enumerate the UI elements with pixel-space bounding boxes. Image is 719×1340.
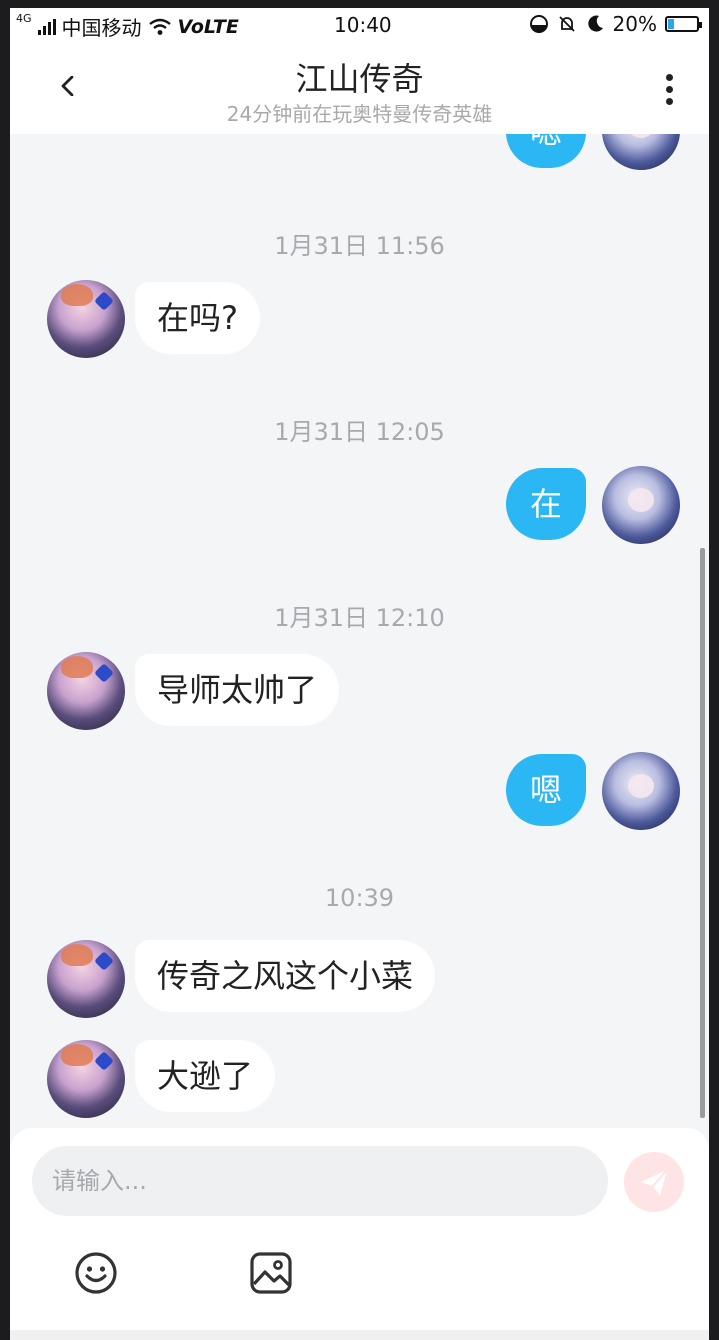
battery-icon <box>665 16 702 32</box>
my-avatar[interactable] <box>602 466 680 544</box>
moon-icon <box>587 15 603 32</box>
message-bubble-incoming[interactable]: 大逊了 <box>135 1040 276 1112</box>
volte-label: VoLTE <box>177 15 239 38</box>
status-bar: 4G 中国移动 VoLTE 10:40 20% <box>10 8 709 40</box>
send-icon <box>641 1169 668 1196</box>
bell-muted-icon <box>558 16 575 32</box>
message-timestamp: 10:39 <box>324 884 395 912</box>
contact-avatar[interactable] <box>47 280 125 358</box>
contact-avatar[interactable] <box>47 652 125 730</box>
message-bubble-incoming[interactable]: 导师太帅了 <box>135 654 340 726</box>
status-time: 10:40 <box>334 13 392 37</box>
scrollbar[interactable] <box>700 548 705 1118</box>
signal-icon <box>37 18 56 35</box>
network-type: 4G <box>16 12 32 25</box>
my-avatar[interactable] <box>602 752 680 830</box>
message-list[interactable]: 嗯 1月31日 11:56 在吗? 1月31日 12:05 在 1月31日 12… <box>10 134 709 1128</box>
message-bubble-outgoing[interactable]: 嗯 <box>506 754 586 826</box>
message-bubble-incoming[interactable]: 在吗? <box>135 282 260 354</box>
page-title: 江山传奇 <box>295 60 424 98</box>
chat-header: 江山传奇 24分钟前在玩奥特曼传奇英雄 <box>10 40 709 134</box>
wifi-icon <box>148 18 171 35</box>
more-options-icon[interactable] <box>663 74 675 108</box>
contact-avatar[interactable] <box>47 1040 125 1118</box>
message-input[interactable] <box>32 1146 608 1216</box>
navigation-strip <box>10 1330 709 1340</box>
phone-screen: 4G 中国移动 VoLTE 10:40 20% 江山传奇 24分钟前在玩奥特曼传… <box>10 8 709 1340</box>
image-icon[interactable] <box>248 1250 294 1296</box>
battery-percent: 20% <box>612 12 657 36</box>
contact-avatar[interactable] <box>47 940 125 1018</box>
message-timestamp: 1月31日 12:05 <box>274 418 445 446</box>
send-button[interactable] <box>624 1152 684 1212</box>
message-timestamp: 1月31日 11:56 <box>274 232 445 260</box>
message-bubble-incoming[interactable]: 传奇之风这个小菜 <box>135 940 436 1012</box>
presence-status: 24分钟前在玩奥特曼传奇英雄 <box>226 102 493 126</box>
my-avatar[interactable] <box>602 134 680 170</box>
composer-bar <box>10 1128 709 1340</box>
message-bubble-outgoing[interactable]: 嗯 <box>506 134 586 168</box>
message-timestamp: 1月31日 12:10 <box>274 604 445 632</box>
emoji-icon[interactable] <box>73 1250 119 1296</box>
data-saver-icon <box>529 15 548 33</box>
carrier-name: 中国移动 <box>61 16 142 40</box>
message-bubble-outgoing[interactable]: 在 <box>506 468 586 540</box>
